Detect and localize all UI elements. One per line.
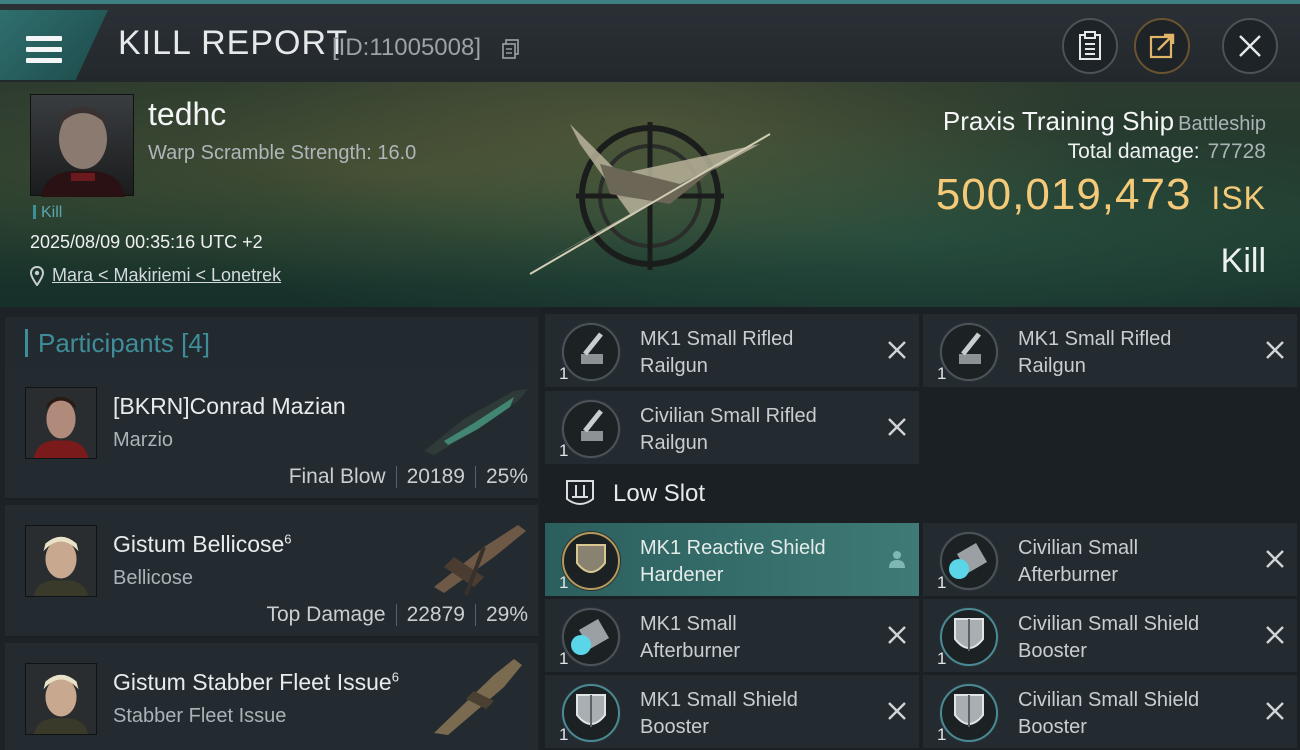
shield-booster-icon bbox=[939, 607, 999, 667]
participant-name: Gistum Bellicose6 bbox=[113, 531, 292, 557]
participants-panel: Participants [4] [BKRN]Conrad Mazian Mar… bbox=[0, 307, 540, 750]
close-button[interactable] bbox=[1222, 18, 1278, 74]
shield-hardener-icon bbox=[561, 531, 621, 591]
kill-datetime: 2025/08/09 00:35:16 UTC +2 bbox=[30, 232, 263, 252]
module-item[interactable]: 1 MK1 Small Rifled Railgun bbox=[923, 314, 1297, 387]
ship-class: Battleship bbox=[1178, 113, 1266, 135]
location: Mara < Makiriemi < Lonetrek bbox=[30, 265, 281, 286]
module-item[interactable]: 1 MK1 Small Shield Booster bbox=[545, 675, 919, 748]
total-damage-value: 77728 bbox=[1207, 140, 1266, 163]
clipboard-button[interactable] bbox=[1062, 18, 1118, 74]
low-slot-label: Low Slot bbox=[613, 480, 706, 507]
avatar bbox=[25, 663, 97, 735]
header-bar: KILL REPORT [ID:11005008] bbox=[0, 0, 1300, 82]
participant-ship-image bbox=[424, 389, 528, 455]
report-id: [ID:11005008] bbox=[332, 34, 482, 61]
clipboard-icon bbox=[1079, 31, 1101, 60]
kill-tag: Kill bbox=[33, 204, 62, 222]
participant-ship-image bbox=[434, 659, 522, 735]
victim-banner: tedhc Warp Scramble Strength: 16.0 Kill … bbox=[0, 82, 1300, 307]
module-name: MK1 Small Rifled Railgun bbox=[1018, 328, 1172, 377]
destroyed-icon bbox=[1266, 702, 1284, 720]
isk-value: 500,019,473 ISK bbox=[935, 170, 1266, 219]
module-item[interactable]: 1 Civilian Small Shield Booster bbox=[923, 675, 1297, 748]
menu-button[interactable] bbox=[0, 10, 108, 80]
module-quantity: 1 bbox=[559, 573, 569, 592]
afterburner-icon bbox=[561, 607, 621, 667]
share-button[interactable] bbox=[1134, 18, 1190, 74]
shield-booster-icon bbox=[939, 683, 999, 743]
location-link[interactable]: Mara < Makiriemi < Lonetrek bbox=[52, 265, 281, 286]
module-item[interactable]: 1 MK1 Small Rifled Railgun bbox=[545, 314, 919, 387]
module-quantity: 1 bbox=[559, 649, 569, 668]
warp-scramble-strength: Warp Scramble Strength: 16.0 bbox=[148, 142, 417, 164]
module-name: MK1 Small Rifled Railgun bbox=[640, 328, 794, 377]
module-name: Civilian Small Shield Booster bbox=[1018, 613, 1200, 662]
ship-image bbox=[529, 122, 771, 275]
result-label: Kill bbox=[1220, 242, 1266, 280]
participants-label: Participants [4] bbox=[38, 327, 210, 358]
low-slot-icon bbox=[566, 480, 594, 505]
participants-header: Participants [4] bbox=[5, 317, 538, 369]
participant-row[interactable]: Gistum Bellicose6 Bellicose Top Damage 22… bbox=[5, 505, 538, 638]
module-quantity: 1 bbox=[559, 725, 569, 744]
module-name: MK1 Small Shield Booster bbox=[640, 689, 798, 738]
destroyed-icon bbox=[888, 418, 906, 436]
close-icon bbox=[1239, 35, 1261, 57]
avatar bbox=[25, 525, 97, 597]
location-pin-icon bbox=[30, 265, 44, 286]
dropped-icon bbox=[889, 551, 905, 568]
participant-name: Gistum Stabber Fleet Issue6 bbox=[113, 669, 399, 695]
page-title: KILL REPORT bbox=[118, 24, 349, 62]
participant-name: [BKRN]Conrad Mazian bbox=[113, 393, 346, 419]
destroyed-icon bbox=[1266, 626, 1284, 644]
module-item[interactable]: 1 MK1 Small Afterburner bbox=[545, 599, 919, 672]
participant-ship: Bellicose bbox=[113, 567, 194, 589]
participant-ship-image bbox=[434, 525, 526, 596]
victim-avatar[interactable] bbox=[30, 94, 134, 197]
destroyed-icon bbox=[888, 341, 906, 359]
shield-booster-icon bbox=[561, 683, 621, 743]
victim-name: tedhc bbox=[148, 96, 227, 132]
copy-icon[interactable] bbox=[502, 39, 520, 59]
share-icon bbox=[1149, 33, 1175, 59]
destroyed-icon bbox=[888, 626, 906, 644]
isk-unit: ISK bbox=[1211, 180, 1266, 216]
ship-name: Praxis Training Ship Battleship bbox=[942, 106, 1266, 136]
participant-stats: Final Blow 20189 25% bbox=[288, 465, 528, 488]
destroyed-icon bbox=[1266, 341, 1284, 359]
module-item[interactable]: 1 Civilian Small Shield Booster bbox=[923, 599, 1297, 672]
participant-stats: Top Damage 22879 29% bbox=[266, 603, 528, 626]
destroyed-icon bbox=[1266, 550, 1284, 568]
module-quantity: 1 bbox=[559, 441, 569, 460]
participant-row[interactable]: Gistum Stabber Fleet Issue6 Stabber Flee… bbox=[5, 643, 538, 750]
module-item[interactable]: 1 Civilian Small Afterburner bbox=[923, 523, 1297, 596]
module-name: MK1 Small Afterburner bbox=[640, 613, 741, 662]
railgun-icon bbox=[561, 322, 621, 382]
afterburner-icon bbox=[939, 531, 999, 591]
module-item[interactable]: 1 MK1 Reactive Shield Hardener bbox=[545, 523, 919, 596]
module-name: Civilian Small Afterburner bbox=[1018, 537, 1139, 586]
participant-ship: Marzio bbox=[113, 429, 174, 451]
module-name: MK1 Reactive Shield Hardener bbox=[640, 537, 826, 586]
low-slot-header: Low Slot bbox=[545, 466, 919, 522]
total-damage: Total damage: 77728 bbox=[1067, 140, 1266, 163]
module-quantity: 1 bbox=[937, 725, 947, 744]
module-quantity: 1 bbox=[937, 364, 947, 383]
module-quantity: 1 bbox=[559, 364, 569, 383]
menu-icon bbox=[26, 36, 62, 63]
avatar bbox=[25, 387, 97, 459]
module-name: Civilian Small Rifled Railgun bbox=[640, 405, 817, 454]
railgun-icon bbox=[561, 399, 621, 459]
railgun-icon bbox=[939, 322, 999, 382]
module-quantity: 1 bbox=[937, 649, 947, 668]
destroyed-icon bbox=[888, 702, 906, 720]
participant-ship: Stabber Fleet Issue bbox=[113, 705, 287, 727]
module-name: Civilian Small Shield Booster bbox=[1018, 689, 1200, 738]
participant-row[interactable]: [BKRN]Conrad Mazian Marzio Final Blow 201… bbox=[5, 367, 538, 500]
module-quantity: 1 bbox=[937, 573, 947, 592]
module-item[interactable]: 1 Civilian Small Rifled Railgun bbox=[545, 391, 919, 464]
